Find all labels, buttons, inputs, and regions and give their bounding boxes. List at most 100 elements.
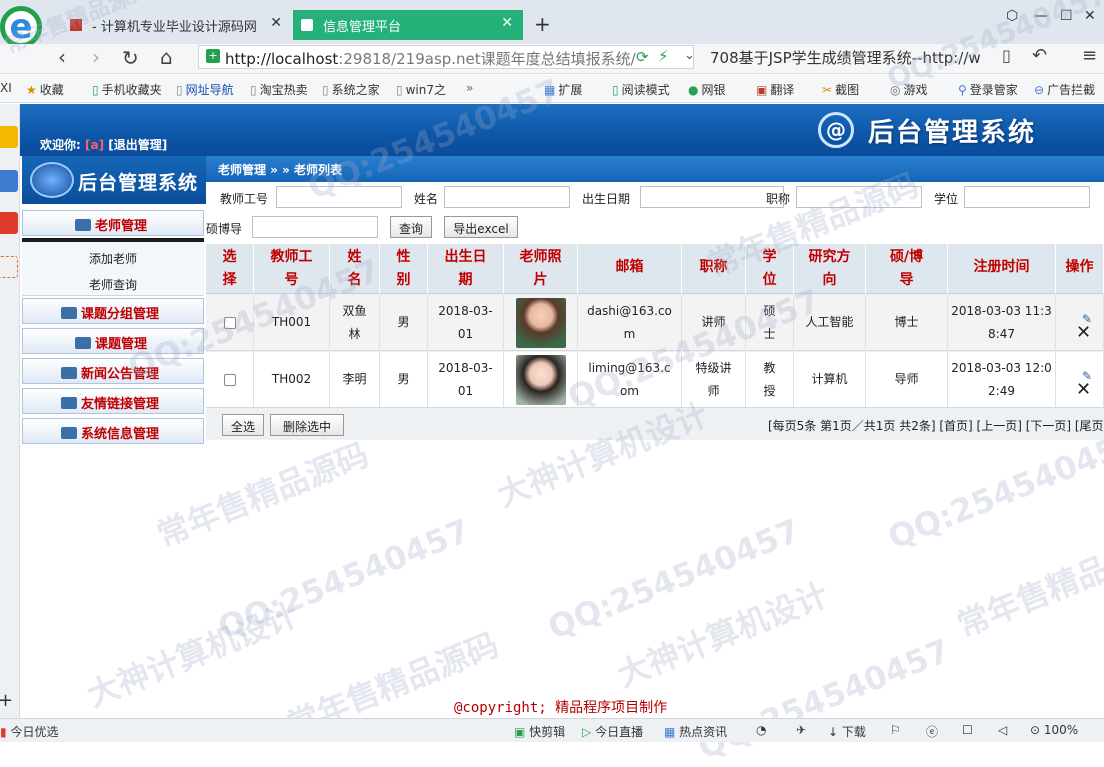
bookmark-favorites[interactable]: ★ 收藏: [26, 81, 64, 98]
ext-login[interactable]: ⚲ 登录管家: [958, 81, 1018, 98]
minimize-icon[interactable]: —: [1034, 8, 1048, 24]
add-side-icon[interactable]: +: [0, 690, 18, 712]
query-button[interactable]: 查询: [390, 216, 432, 238]
cell-text: 2:49: [988, 383, 1015, 398]
status-zoom[interactable]: ⊙ 100%: [1030, 723, 1078, 737]
column-header: 操作: [1056, 244, 1104, 294]
browser-tab-1[interactable]: - 计算机专业毕业设计源码网 ✕: [62, 10, 292, 40]
reload-icon[interactable]: ↻: [122, 46, 139, 70]
bookmark-nav[interactable]: ▯ 网址导航: [176, 81, 234, 98]
select-all-button[interactable]: 全选: [222, 414, 264, 436]
status-speed-icon[interactable]: ◔: [756, 723, 766, 737]
ext-reading[interactable]: ▯ 阅读模式: [612, 81, 670, 98]
cell-text: TH002: [271, 372, 312, 386]
advisor-input[interactable]: [252, 216, 378, 238]
forward-icon[interactable]: ›: [92, 45, 100, 69]
block-icon: ⊖: [1034, 83, 1045, 97]
maximize-icon[interactable]: ☐: [1060, 8, 1073, 24]
teacher-id-input[interactable]: [276, 186, 402, 208]
header-text: 性: [396, 249, 411, 265]
browser-tab-2-active[interactable]: 信息管理平台 ✕: [293, 10, 523, 40]
birth-date-input[interactable]: [640, 186, 784, 208]
label-title: 职称: [766, 192, 791, 206]
ext-bank[interactable]: ● 网银: [688, 81, 726, 98]
status-news[interactable]: ▦ 热点资讯: [664, 723, 727, 740]
bookmark-mobile[interactable]: ▯ 手机收藏夹: [92, 81, 162, 98]
delete-selected-button[interactable]: 删除选中: [270, 414, 344, 436]
status-flag-icon[interactable]: ⚐: [890, 723, 901, 737]
menu-topic-management[interactable]: 课题管理: [22, 328, 204, 354]
header-text: 操作: [1065, 259, 1094, 275]
watermark: QQ:254540457: [212, 511, 475, 647]
ext-extensions[interactable]: ▦ 扩展: [544, 81, 582, 98]
page-icon: ▯: [176, 83, 183, 97]
ext-games[interactable]: ◎ 游戏: [890, 81, 928, 98]
back-icon[interactable]: ‹: [58, 45, 66, 69]
menu-icon[interactable]: ≡: [1082, 45, 1097, 66]
browser-sidebar: +: [0, 104, 20, 718]
title-input[interactable]: [796, 186, 922, 208]
bookmark-xitong[interactable]: ▯ 系统之家: [322, 81, 380, 98]
menu-teacher-management[interactable]: 老师管理: [22, 210, 204, 236]
row-checkbox[interactable]: [223, 316, 236, 329]
status-download[interactable]: ↓ 下载: [828, 723, 866, 740]
menu-topic-group-management[interactable]: 课题分组管理: [22, 298, 204, 324]
pagination[interactable]: [每页5条 第1页／共1页 共2条] [首页] [上一页] [下一页] [尾页]: [768, 417, 1104, 434]
weibo-side-icon[interactable]: [0, 212, 18, 234]
logout-link[interactable]: [退出管理]: [108, 138, 167, 152]
search-suggestion[interactable]: 708基于JSP学生成绩管理系统--http://w: [710, 47, 980, 71]
dropdown-chevron-icon[interactable]: ⌄: [684, 48, 695, 63]
doc-side-icon[interactable]: [0, 170, 18, 192]
tab-close-icon[interactable]: ✕: [270, 15, 282, 31]
bookmark-win7[interactable]: ▯ win7之: [396, 81, 446, 98]
row-checkbox[interactable]: [223, 373, 236, 386]
today-picks[interactable]: ▮ 今日优选: [0, 723, 58, 740]
delete-icon[interactable]: ✕: [1076, 321, 1091, 344]
undo-icon[interactable]: ↶: [1032, 45, 1047, 66]
ext-adblock[interactable]: ⊖ 广告拦截: [1034, 81, 1095, 98]
phone-icon[interactable]: ▯: [1002, 46, 1011, 65]
cell-select: [206, 352, 254, 408]
refresh-status-icon[interactable]: ⟳: [636, 48, 649, 66]
favorites-side-icon[interactable]: [0, 126, 18, 148]
export-excel-button[interactable]: 导出excel: [444, 216, 518, 238]
header-text: 选: [222, 249, 237, 265]
ext-screenshot[interactable]: ✂ 截图: [822, 81, 859, 98]
menu-group-icon: [75, 219, 91, 231]
new-tab-icon[interactable]: +: [534, 12, 551, 36]
cell-teacher-id: TH002: [254, 352, 330, 408]
cell-research: 计算机: [794, 352, 866, 408]
menu-item-add-teacher[interactable]: 添加老师: [22, 244, 204, 270]
more-bookmarks-icon[interactable]: »: [466, 81, 473, 95]
column-header: 老师照片: [504, 244, 578, 294]
bolt-icon[interactable]: ⚡: [658, 47, 669, 65]
status-sound-icon[interactable]: ◁: [998, 723, 1007, 737]
cell-birth: 2018-03- 01: [428, 295, 504, 351]
ext-translate[interactable]: ▣ 翻译: [756, 81, 794, 98]
status-pin-icon[interactable]: ✈: [796, 723, 806, 737]
page-icon: ▯: [322, 83, 329, 97]
status-clip[interactable]: ▣ 快剪辑: [514, 723, 565, 740]
cell-photo: [504, 295, 578, 351]
home-icon[interactable]: ⌂: [160, 45, 173, 69]
bookmark-taobao[interactable]: ▯ 淘宝热卖: [250, 81, 308, 98]
url-input[interactable]: http://localhost:29818/219asp.net课题年度总结填…: [198, 45, 694, 69]
close-window-icon[interactable]: ✕: [1084, 8, 1096, 24]
menu-sysinfo-management[interactable]: 系统信息管理: [22, 418, 204, 444]
menu-item-teacher-query[interactable]: 老师查询: [22, 270, 204, 296]
menu-group-icon: [61, 397, 77, 409]
status-ie-icon[interactable]: ⓔ: [926, 723, 938, 740]
status-live[interactable]: ▷ 今日直播: [582, 723, 643, 740]
degree-input[interactable]: [964, 186, 1090, 208]
tab-close-icon[interactable]: ✕: [501, 15, 513, 31]
menu-news-management[interactable]: 新闻公告管理: [22, 358, 204, 384]
cell-gender: 男: [380, 352, 428, 408]
menu-links-management[interactable]: 友情链接管理: [22, 388, 204, 414]
delete-icon[interactable]: ✕: [1076, 378, 1091, 401]
name-input[interactable]: [444, 186, 570, 208]
watermark: QQ:254540457: [542, 511, 805, 647]
scissors-icon: ✂: [822, 83, 833, 97]
status-window-icon[interactable]: ☐: [962, 723, 973, 737]
mail-side-icon[interactable]: [0, 256, 18, 278]
restore-icon[interactable]: ⬡: [1006, 8, 1018, 24]
